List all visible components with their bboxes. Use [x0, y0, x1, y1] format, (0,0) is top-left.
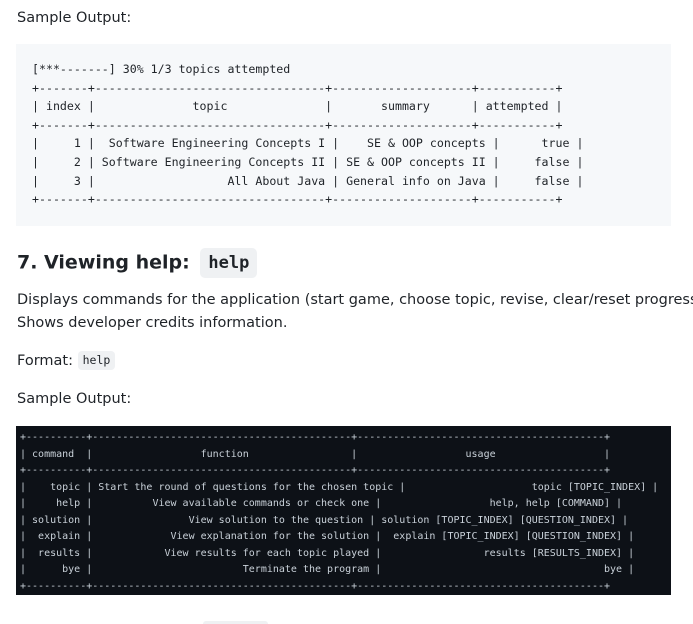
description-line-2: Shows developer credits information. — [17, 315, 288, 331]
progress-output-code-block: [***-------] 30% 1/3 topics attempted +-… — [16, 44, 671, 226]
help-table-row: | results | View results for each topic … — [20, 547, 635, 559]
format-code: help — [77, 351, 116, 370]
help-table-row: | explain | View explanation for the sol… — [20, 531, 635, 542]
format-line: Format: help — [17, 350, 116, 373]
help-table-row: | help | View available commands or chec… — [20, 498, 623, 509]
progress-table-header: | index | topic | summary | attempted | — [32, 99, 563, 114]
help-table-border: +----------+----------------------------… — [20, 432, 611, 443]
help-command-chip: help — [200, 247, 258, 278]
progress-line: [***-------] 30% 1/3 topics attempted — [32, 62, 291, 76]
section-title: 7. Viewing help: — [17, 251, 190, 274]
document-page: Sample Output: [***-------] 30% 1/3 topi… — [0, 0, 693, 624]
help-table-row: | bye | Terminate the program | bye | — [20, 564, 635, 575]
progress-table-border: +-------+-------------------------------… — [32, 192, 563, 207]
sample-output-label: Sample Output: — [17, 10, 132, 26]
description-line-1: Displays commands for the application (s… — [17, 292, 693, 308]
section-heading: 7. Viewing help: help — [17, 247, 258, 278]
help-table-border: +----------+----------------------------… — [20, 465, 611, 476]
progress-table-row: | 2 | Software Engineering Concepts II |… — [32, 154, 584, 169]
progress-table-row: | 3 | All About Java | General info on J… — [32, 173, 584, 188]
sample-output-label-2: Sample Output: — [17, 391, 132, 407]
progress-table-border: +-------+-------------------------------… — [32, 117, 563, 132]
progress-table-border: +-------+-------------------------------… — [32, 80, 563, 95]
help-table-row: | solution | View solution to the questi… — [20, 514, 629, 526]
help-table-header: | command | function | usage | — [20, 448, 611, 460]
format-label: Format: — [17, 353, 73, 369]
help-table-border: +----------+----------------------------… — [20, 580, 611, 592]
help-table-row: | topic | Start the round of questions f… — [20, 481, 659, 493]
help-output-code-block: +----------+----------------------------… — [16, 426, 671, 595]
progress-table-row: | 1 | Software Engineering Concepts I | … — [32, 136, 584, 151]
